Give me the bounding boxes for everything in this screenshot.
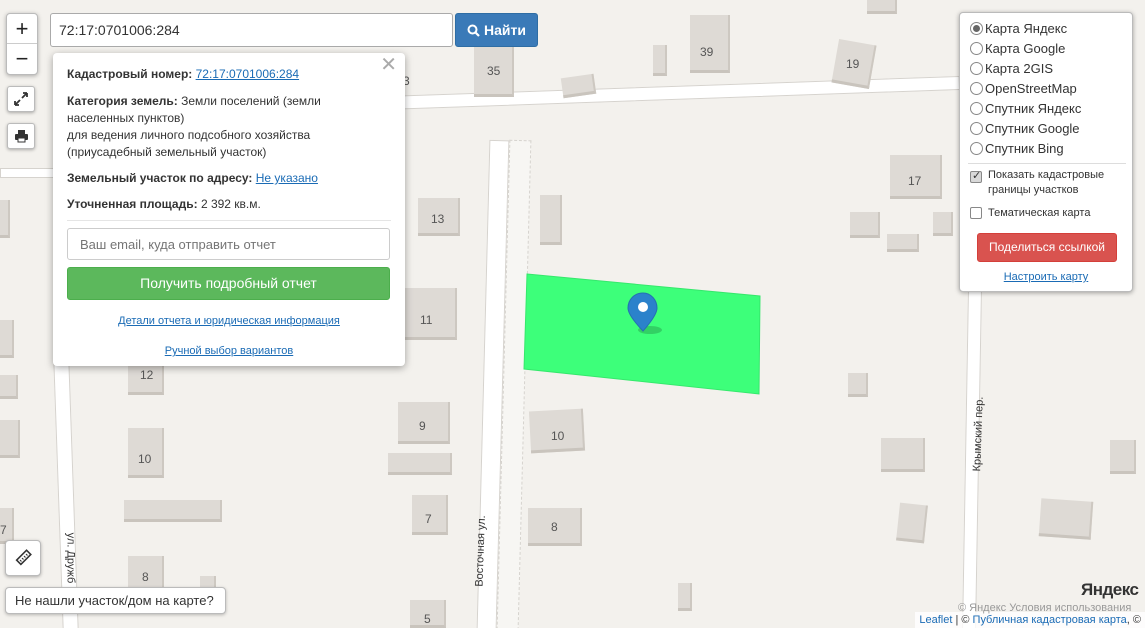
layer-option-label: Спутник Bing [985,140,1064,156]
cadastral-number-link[interactable]: 72:17:0701006:284 [196,67,299,81]
find-button[interactable]: Найти [455,13,538,47]
layer-option-label: Спутник Google [985,120,1080,136]
cadastral-number-label: Кадастровый номер: [67,67,193,81]
setup-map-link[interactable]: Настроить карту [960,271,1132,283]
divider [968,163,1126,164]
show-borders-option[interactable]: Показать кадастровые границы участков [970,168,1113,198]
layer-option[interactable]: Спутник Bing [970,138,1064,158]
address-link[interactable]: Не указано [256,171,318,185]
show-borders-label: Показать кадастровые границы участков [988,169,1105,196]
not-found-button[interactable]: Не нашли участок/дом на карте? [5,587,226,614]
layer-radio[interactable] [970,81,983,95]
layer-radio[interactable] [970,21,983,35]
parcel-info-popup: ✕ Кадастровый номер: 72:17:0701006:284 К… [53,53,405,366]
land-use-value: для ведения личного подсобного хозяйства… [67,128,311,159]
share-link-button[interactable]: Поделиться ссылкой [977,233,1117,262]
area-label: Уточненная площадь: [67,197,198,211]
layer-radio[interactable] [970,121,983,135]
attrib-sep: | © [952,614,973,626]
get-report-button[interactable]: Получить подробный отчет [67,267,390,300]
map-layers-panel: Карта Яндекс Карта Google Карта 2GIS OpenSt… [959,12,1133,292]
thematic-option[interactable]: Тематическая карта [970,203,1090,223]
attrib-tail: , © [1126,614,1141,626]
layer-option[interactable]: Спутник Google [970,118,1080,138]
layer-option[interactable]: OpenStreetMap [970,78,1077,98]
layer-option[interactable]: Карта Яндекс [970,18,1067,38]
fullscreen-button[interactable] [7,86,35,112]
layer-option-label: OpenStreetMap [985,80,1077,96]
layer-option-label: Карта 2GIS [985,60,1054,76]
parcel-polygon[interactable] [523,273,761,395]
expand-icon [14,92,28,106]
find-button-label: Найти [484,22,526,38]
layer-radio[interactable] [970,41,983,55]
report-details-link[interactable]: Детали отчета и юридическая информация [53,313,405,330]
address-row: Земельный участок по адресу: Не указано [67,170,391,187]
area-row: Уточненная площадь: 2 392 кв.м. [67,196,391,213]
pkk-link[interactable]: Публичная кадастровая карта [973,614,1127,626]
layer-radio[interactable] [970,61,983,75]
layer-option-label: Спутник Яндекс [985,100,1082,116]
layer-radio[interactable] [970,141,983,155]
ruler-icon [15,549,32,566]
zoom-control: + − [6,13,38,75]
map-attribution: Leaflet | © Публичная кадастровая карта,… [915,612,1145,628]
print-icon [14,130,28,143]
cadastral-search-input[interactable] [50,13,453,47]
manual-select-link[interactable]: Ручной выбор вариантов [53,343,405,360]
zoom-in-button[interactable]: + [7,14,37,44]
divider [67,220,391,221]
email-field[interactable] [67,228,390,260]
thematic-checkbox[interactable] [970,207,982,219]
search-icon [467,24,480,37]
area-value: 2 392 кв.м. [200,197,261,211]
layer-option-label: Карта Google [985,40,1066,56]
zoom-out-button[interactable]: − [7,44,37,74]
thematic-label: Тематическая карта [988,207,1091,219]
yandex-logo: Яндекс [1081,580,1139,599]
land-category-label: Категория земель: [67,94,178,108]
print-button[interactable] [7,123,35,149]
cadastral-number-row: Кадастровый номер: 72:17:0701006:284 [67,66,391,83]
layer-option[interactable]: Карта 2GIS [970,58,1053,78]
layer-option[interactable]: Спутник Яндекс [970,98,1081,118]
layer-option-label: Карта Яндекс [985,20,1068,36]
yandex-terms[interactable]: © Яндекс Условия использования [958,602,1138,614]
show-borders-checkbox[interactable] [970,169,982,184]
measure-button[interactable] [5,540,41,576]
layer-radio[interactable] [970,101,983,115]
address-label: Земельный участок по адресу: [67,171,253,185]
land-category-row: Категория земель: Земли поселений (земли… [67,93,357,161]
leaflet-link[interactable]: Leaflet [919,614,952,626]
layer-option[interactable]: Карта Google [970,38,1065,58]
